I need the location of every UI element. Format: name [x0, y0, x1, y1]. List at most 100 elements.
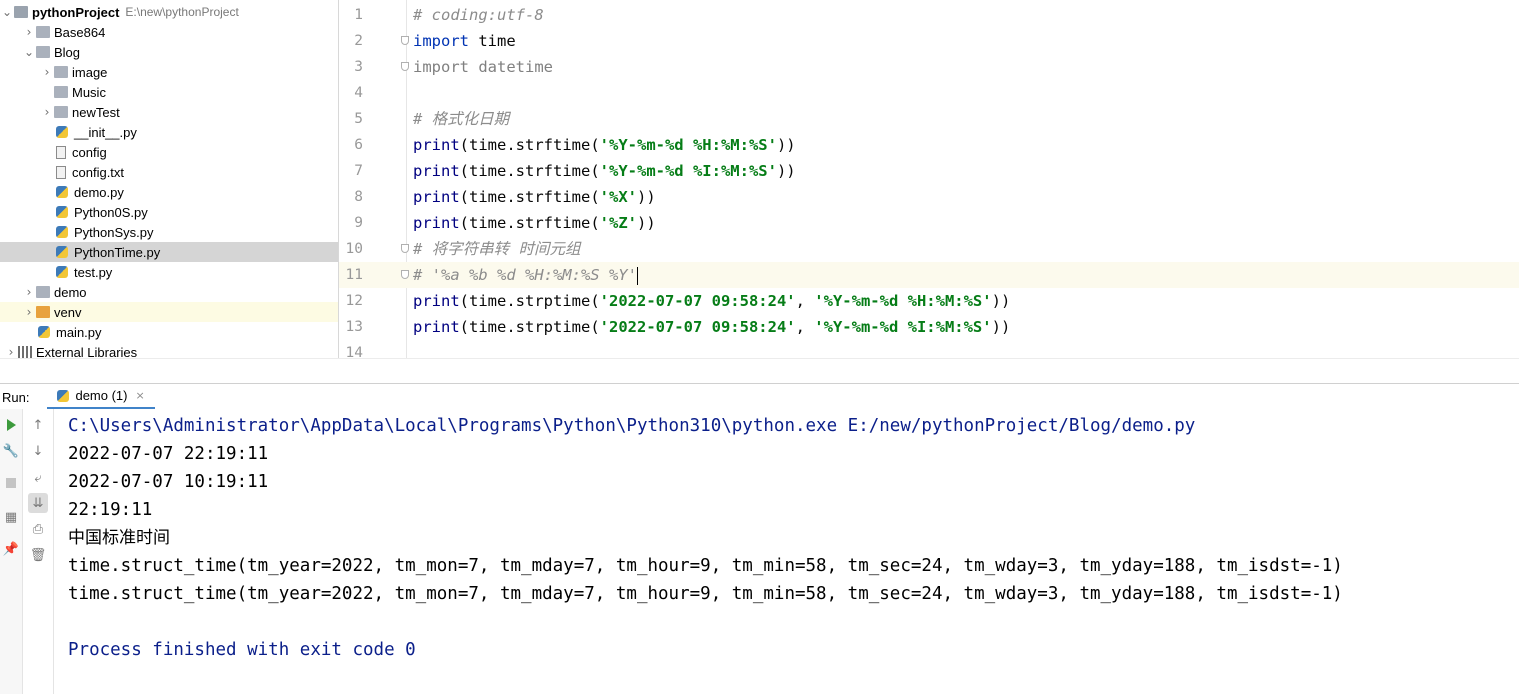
library-icon: [18, 346, 32, 358]
tree-item-label: demo.py: [74, 184, 124, 200]
code-text: import time: [413, 28, 516, 54]
tree-item[interactable]: ⌄ Blog: [0, 42, 338, 62]
console-line: 中国标准时间: [68, 528, 170, 548]
code-line[interactable]: 2 import time: [339, 28, 1519, 54]
python-file-icon: [56, 206, 68, 218]
fold-marker-icon[interactable]: [401, 244, 409, 253]
code-text: # coding:utf-8: [413, 2, 544, 28]
scroll-up-button[interactable]: ↑: [28, 415, 48, 435]
chevron-right-icon[interactable]: ›: [22, 25, 36, 39]
code-line[interactable]: 10 # 将字符串转 时间元组: [339, 236, 1519, 262]
code-token: )): [991, 318, 1011, 336]
project-name: pythonProject: [32, 4, 120, 20]
pin-tab-button[interactable]: 📌: [1, 539, 21, 559]
tree-item[interactable]: Music: [0, 82, 338, 102]
tree-item-label: newTest: [72, 104, 120, 120]
tree-item[interactable]: › image: [0, 62, 338, 82]
line-number: 2: [354, 33, 363, 49]
print-button[interactable]: ⎙: [28, 519, 48, 539]
tab-demo-1[interactable]: demo (1) ×: [47, 384, 155, 410]
tree-item[interactable]: test.py: [0, 262, 338, 282]
code-token: )): [991, 292, 1011, 310]
code-token: # coding:utf-8: [413, 6, 544, 24]
console-line: C:\Users\Administrator\AppData\Local\Pro…: [68, 416, 1196, 436]
code-line[interactable]: 13 print(time.strptime('2022-07-07 09:58:…: [339, 314, 1519, 340]
arrow-down-icon: ↓: [32, 443, 44, 459]
console-output[interactable]: C:\Users\Administrator\AppData\Local\Pro…: [54, 409, 1519, 694]
run-label: Run:: [2, 389, 30, 405]
code-line[interactable]: 8 print(time.strftime('%X')): [339, 184, 1519, 210]
rerun-button[interactable]: [1, 415, 21, 435]
line-number: 6: [354, 137, 363, 153]
soft-wrap-icon: ⤶: [34, 470, 42, 486]
modify-run-config-button[interactable]: 🔧: [1, 441, 21, 461]
text-file-icon: [56, 165, 66, 179]
code-line[interactable]: 5 # 格式化日期: [339, 106, 1519, 132]
code-token: print: [413, 162, 460, 180]
editor-bottom-area: [0, 358, 1519, 383]
fold-marker-icon[interactable]: [401, 270, 409, 279]
project-path: E:\new\pythonProject: [125, 5, 239, 19]
code-text: print(time.strptime('2022-07-07 09:58:24…: [413, 288, 1010, 314]
code-editor[interactable]: 1 # coding:utf-8 2 import time 3 import datet…: [339, 0, 1519, 358]
folder-icon: [36, 26, 50, 38]
code-text: # 格式化日期: [413, 106, 509, 132]
code-line[interactable]: 4: [339, 80, 1519, 106]
tree-item[interactable]: config.txt: [0, 162, 338, 182]
fold-marker-icon[interactable]: [401, 36, 409, 45]
code-token: '%Y-%m-%d %H:%M:%S': [814, 292, 992, 310]
tree-item[interactable]: __init__.py: [0, 122, 338, 142]
tree-item-label: config: [72, 144, 107, 160]
tree-item[interactable]: › Base864: [0, 22, 338, 42]
code-line[interactable]: 14: [339, 340, 1519, 358]
scroll-to-end-button[interactable]: ⇊: [28, 493, 48, 513]
code-token: '%Y-%m-%d %I:%M:%S': [814, 318, 992, 336]
tree-root[interactable]: ⌄ pythonProject E:\new\pythonProject: [0, 2, 338, 22]
console-line: 2022-07-07 10:19:11: [68, 472, 269, 492]
chevron-right-icon[interactable]: ›: [22, 285, 36, 299]
code-token: print: [413, 136, 460, 154]
console-line: 22:19:11: [68, 500, 153, 520]
tree-item[interactable]: config: [0, 142, 338, 162]
folder-icon: [54, 86, 68, 98]
tree-item-label: image: [72, 64, 108, 80]
code-token: )): [776, 162, 796, 180]
tree-item[interactable]: › newTest: [0, 102, 338, 122]
chevron-down-icon[interactable]: ⌄: [0, 5, 14, 19]
scroll-down-button[interactable]: ↓: [28, 441, 48, 461]
code-line[interactable]: 3 import datetime: [339, 54, 1519, 80]
layout-button[interactable]: ▦: [1, 507, 21, 527]
line-number: 12: [345, 293, 363, 309]
code-line[interactable]: 1 # coding:utf-8: [339, 2, 1519, 28]
stop-button[interactable]: [1, 473, 21, 493]
code-text: print(time.strftime('%Y-%m-%d %I:%M:%S')…: [413, 158, 796, 184]
code-line[interactable]: 6 print(time.strftime('%Y-%m-%d %H:%M:%S'…: [339, 132, 1519, 158]
run-toolbar: Run: demo (1) ×: [0, 383, 1519, 410]
console-line: time.struct_time(tm_year=2022, tm_mon=7,…: [68, 584, 1343, 604]
chevron-down-icon[interactable]: ⌄: [22, 45, 36, 59]
fold-marker-icon[interactable]: [401, 62, 409, 71]
scroll-to-end-icon: ⇊: [32, 495, 44, 511]
close-icon[interactable]: ×: [136, 389, 145, 402]
chevron-right-icon[interactable]: ›: [4, 345, 18, 359]
code-line[interactable]: 7 print(time.strftime('%Y-%m-%d %I:%M:%S'…: [339, 158, 1519, 184]
tree-item[interactable]: PythonSys.py: [0, 222, 338, 242]
code-token: '%X': [599, 188, 637, 206]
soft-wrap-button[interactable]: ⤶: [28, 468, 48, 488]
tree-item[interactable]: main.py: [0, 322, 338, 342]
chevron-right-icon[interactable]: ›: [40, 65, 54, 79]
chevron-right-icon[interactable]: ›: [40, 105, 54, 119]
clear-all-button[interactable]: 🗑: [28, 545, 48, 565]
tree-item-label: Base864: [54, 24, 106, 40]
code-text: print(time.strftime('%Z')): [413, 210, 656, 236]
tree-item[interactable]: Python0S.py: [0, 202, 338, 222]
code-line[interactable]: 9 print(time.strftime('%Z')): [339, 210, 1519, 236]
tree-item[interactable]: › venv: [0, 302, 338, 322]
code-line[interactable]: 12 print(time.strptime('2022-07-07 09:58:…: [339, 288, 1519, 314]
chevron-right-icon[interactable]: ›: [22, 305, 36, 319]
code-line[interactable]: 11 # '%a %b %d %H:%M:%S %Y': [339, 262, 1519, 288]
code-token: (time.strptime(: [459, 318, 600, 336]
tree-item[interactable]: › demo: [0, 282, 338, 302]
tree-item[interactable]: PythonTime.py: [0, 242, 338, 262]
tree-item[interactable]: demo.py: [0, 182, 338, 202]
